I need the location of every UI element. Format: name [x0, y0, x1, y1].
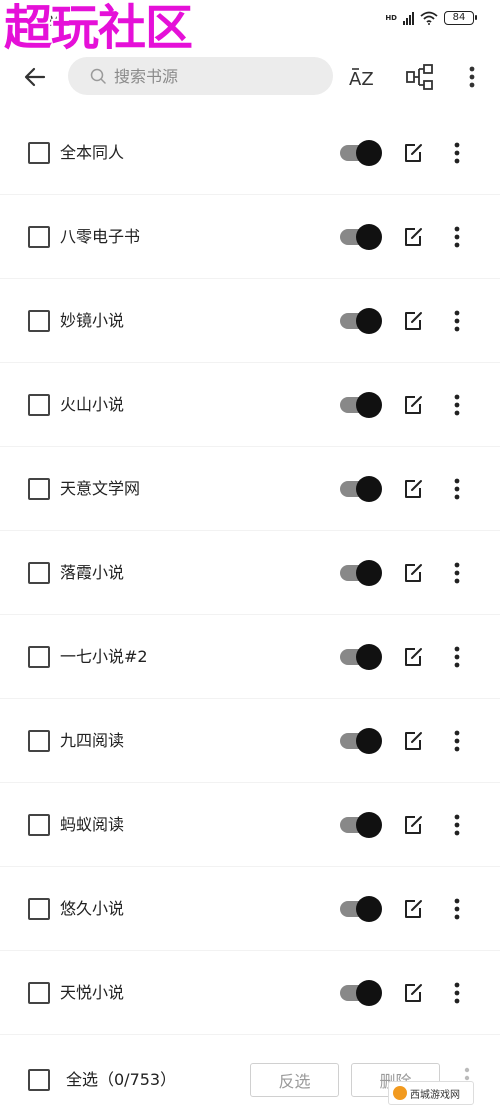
- edit-icon[interactable]: [401, 561, 425, 585]
- network-type: HD: [385, 13, 397, 22]
- enable-toggle[interactable]: [340, 812, 382, 838]
- source-checkbox[interactable]: [28, 562, 50, 584]
- edit-icon[interactable]: [401, 645, 425, 669]
- source-name: 落霞小说: [60, 563, 125, 582]
- toggle-knob: [356, 644, 382, 670]
- toggle-knob: [356, 224, 382, 250]
- enable-toggle[interactable]: [340, 224, 382, 250]
- source-name: 天意文学网: [60, 479, 141, 498]
- edit-icon[interactable]: [401, 477, 425, 501]
- search-icon: [90, 68, 106, 84]
- list-item[interactable]: 天悦小说: [0, 951, 500, 1035]
- search-input[interactable]: [114, 57, 314, 95]
- edit-icon[interactable]: [401, 729, 425, 753]
- edit-icon[interactable]: [401, 897, 425, 921]
- source-name: 妙镜小说: [60, 311, 125, 330]
- enable-toggle[interactable]: [340, 644, 382, 670]
- toggle-knob: [356, 980, 382, 1006]
- select-all-checkbox[interactable]: [28, 1069, 50, 1091]
- more-vert-icon[interactable]: [447, 812, 467, 838]
- list-item[interactable]: 一七小说#2: [0, 615, 500, 699]
- more-vert-icon[interactable]: [447, 140, 467, 166]
- source-name: 蚂蚁阅读: [60, 815, 125, 834]
- edit-icon[interactable]: [401, 225, 425, 249]
- source-checkbox[interactable]: [28, 730, 50, 752]
- source-name: 九四阅读: [60, 731, 125, 750]
- enable-toggle[interactable]: [340, 392, 382, 418]
- more-vert-icon[interactable]: [447, 560, 467, 586]
- source-checkbox[interactable]: [28, 226, 50, 248]
- enable-toggle[interactable]: [340, 140, 382, 166]
- watermark-logo: 超玩社区: [4, 0, 193, 56]
- list-item[interactable]: 九四阅读: [0, 699, 500, 783]
- edit-icon[interactable]: [401, 981, 425, 1005]
- back-arrow-icon[interactable]: [20, 62, 50, 92]
- source-checkbox[interactable]: [28, 394, 50, 416]
- list-item[interactable]: 天意文学网: [0, 447, 500, 531]
- more-vert-icon[interactable]: [447, 392, 467, 418]
- toggle-knob: [356, 140, 382, 166]
- source-checkbox[interactable]: [28, 646, 50, 668]
- toggle-knob: [356, 392, 382, 418]
- more-vert-icon[interactable]: [447, 980, 467, 1006]
- list-item[interactable]: 全本同人: [0, 111, 500, 195]
- toggle-knob: [356, 728, 382, 754]
- group-icon[interactable]: [404, 60, 438, 94]
- more-vert-icon[interactable]: [462, 62, 482, 92]
- signal-icon: [403, 11, 414, 25]
- edit-icon[interactable]: [401, 141, 425, 165]
- enable-toggle[interactable]: [340, 308, 382, 334]
- source-name: 全本同人: [60, 143, 125, 162]
- source-checkbox[interactable]: [28, 982, 50, 1004]
- more-vert-icon[interactable]: [447, 896, 467, 922]
- status-indicators: HD 84: [385, 11, 477, 25]
- wifi-icon: [420, 11, 438, 25]
- list-item[interactable]: 蚂蚁阅读: [0, 783, 500, 867]
- more-vert-icon[interactable]: [447, 728, 467, 754]
- source-name: 火山小说: [60, 395, 125, 414]
- site-badge-text: 西城游戏网: [410, 1089, 460, 1101]
- list-item[interactable]: 悠久小说: [0, 867, 500, 951]
- source-checkbox[interactable]: [28, 310, 50, 332]
- sort-az-icon[interactable]: AZ: [346, 60, 380, 94]
- more-vert-icon[interactable]: [447, 308, 467, 334]
- enable-toggle[interactable]: [340, 980, 382, 1006]
- edit-icon[interactable]: [401, 309, 425, 333]
- toggle-knob: [356, 896, 382, 922]
- list-item[interactable]: 八零电子书: [0, 195, 500, 279]
- enable-toggle[interactable]: [340, 560, 382, 586]
- search-box[interactable]: [68, 57, 333, 95]
- toggle-knob: [356, 560, 382, 586]
- toggle-knob: [356, 812, 382, 838]
- edit-icon[interactable]: [401, 813, 425, 837]
- source-name: 天悦小说: [60, 983, 125, 1002]
- enable-toggle[interactable]: [340, 476, 382, 502]
- site-badge: 西城游戏网: [388, 1081, 474, 1105]
- enable-toggle[interactable]: [340, 896, 382, 922]
- source-checkbox[interactable]: [28, 478, 50, 500]
- invert-selection-button[interactable]: 反选: [250, 1063, 339, 1097]
- source-list: 全本同人 八零电子书 妙镜小说 火山小说 天意文学网 落霞小说 一七小说#2 九…: [0, 111, 500, 1035]
- source-name: 一七小说#2: [60, 647, 148, 666]
- more-vert-icon[interactable]: [447, 476, 467, 502]
- more-vert-icon[interactable]: [447, 224, 467, 250]
- battery-icon: 84: [444, 11, 477, 25]
- list-item[interactable]: 妙镜小说: [0, 279, 500, 363]
- toolbar: AZ: [0, 56, 500, 96]
- site-logo-icon: [393, 1086, 407, 1100]
- source-checkbox[interactable]: [28, 898, 50, 920]
- source-name: 八零电子书: [60, 227, 141, 246]
- more-vert-icon[interactable]: [447, 644, 467, 670]
- list-item[interactable]: 火山小说: [0, 363, 500, 447]
- toggle-knob: [356, 476, 382, 502]
- list-item[interactable]: 落霞小说: [0, 531, 500, 615]
- toggle-knob: [356, 308, 382, 334]
- enable-toggle[interactable]: [340, 728, 382, 754]
- sort-az-label: AZ: [349, 69, 374, 90]
- edit-icon[interactable]: [401, 393, 425, 417]
- source-checkbox[interactable]: [28, 814, 50, 836]
- source-checkbox[interactable]: [28, 142, 50, 164]
- select-all-label[interactable]: 全选（0/753）: [66, 1068, 176, 1092]
- source-name: 悠久小说: [60, 899, 125, 918]
